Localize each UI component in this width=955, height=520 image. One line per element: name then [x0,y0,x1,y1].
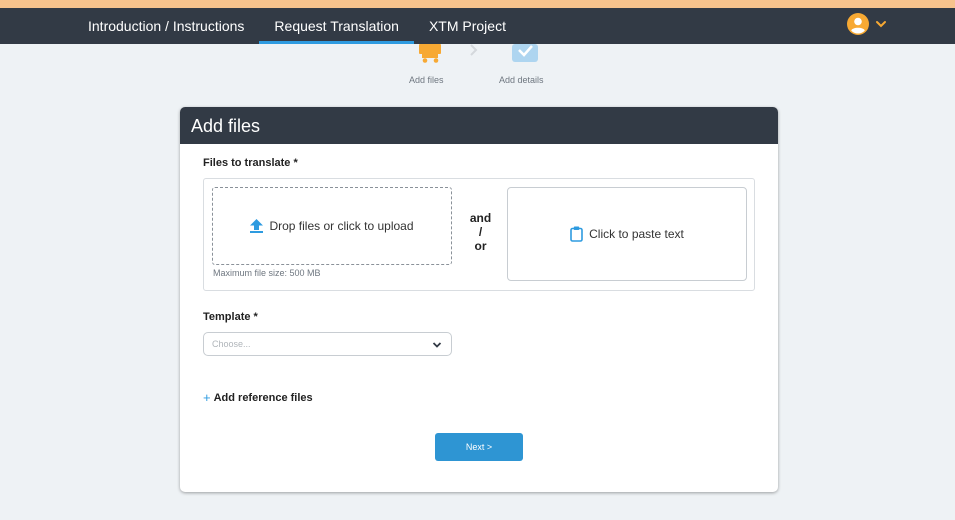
chevron-down-icon[interactable] [875,18,887,30]
or-text: or [474,239,487,253]
step-chevron-icon [470,44,478,56]
tab-xtm-project[interactable]: XTM Project [414,8,521,44]
template-label: Template * [203,311,258,323]
clipboard-icon [570,226,583,242]
user-menu[interactable] [847,13,887,35]
paste-text-label: Click to paste text [589,227,684,241]
user-avatar-icon[interactable] [847,13,869,35]
top-navigation-bar: Introduction / Instructions Request Tran… [0,8,955,44]
file-dropzone[interactable]: Drop files or click to upload [212,187,452,265]
next-button[interactable]: Next > [435,433,523,461]
add-reference-files-label: Add reference files [213,391,313,404]
files-box: Drop files or click to upload Maximum fi… [203,178,755,291]
plus-icon: + [203,390,211,405]
chevron-down-icon [432,342,442,348]
max-file-size-note: Maximum file size: 500 MB [213,268,321,278]
tab-introduction[interactable]: Introduction / Instructions [73,8,259,44]
card-title: Add files [180,107,778,144]
tab-request-translation[interactable]: Request Translation [259,8,414,44]
paste-text-button[interactable]: Click to paste text [507,187,747,281]
and-text: and [469,211,492,225]
files-to-translate-label: Files to translate * [203,157,298,169]
dropzone-text: Drop files or click to upload [269,219,414,233]
and-or-separator: and / or [458,211,503,253]
slash-text: / [478,225,483,239]
template-select[interactable]: Choose... [203,332,452,356]
template-placeholder: Choose... [212,339,251,349]
top-accent-strip [0,0,955,8]
add-reference-files-link[interactable]: + Add reference files [203,390,313,405]
step-label-add-details: Add details [499,75,544,85]
add-files-card: Add files Files to translate * Drop file… [180,107,778,492]
progress-steps: Add files Add details [0,44,955,94]
cart-icon [419,44,441,63]
checkbox-icon [512,44,538,62]
step-label-add-files: Add files [409,75,444,85]
upload-icon [250,219,264,233]
